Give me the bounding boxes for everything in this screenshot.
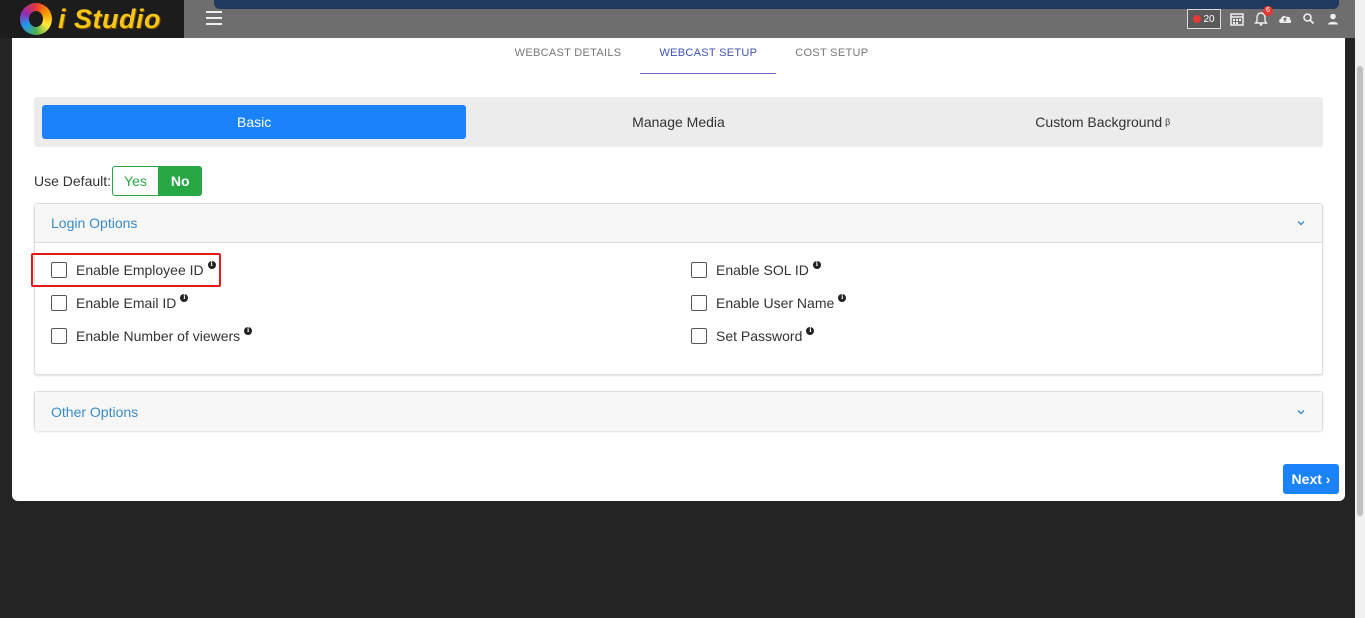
beta-badge: β bbox=[1165, 117, 1171, 127]
use-default-no-button[interactable]: No bbox=[158, 166, 202, 196]
annotation-highlight-box bbox=[31, 253, 221, 287]
chevron-down-icon bbox=[1297, 409, 1305, 414]
bell-icon[interactable]: 6 bbox=[1253, 6, 1273, 27]
option-label: Enable Number of viewers bbox=[76, 328, 241, 344]
option-label: Enable SOL ID bbox=[716, 262, 809, 278]
option-label: Enable Email ID bbox=[76, 295, 177, 311]
login-options-panel: Login Options Enable Employee ID i Enabl… bbox=[34, 203, 1323, 375]
subtab-manage-media[interactable]: Manage Media bbox=[466, 105, 890, 139]
other-options-panel: Other Options bbox=[34, 391, 1323, 431]
option-enable-sol-id[interactable]: Enable SOL ID i bbox=[691, 261, 821, 278]
cloud-upload-icon[interactable] bbox=[1277, 11, 1293, 27]
use-default-yes-button[interactable]: Yes bbox=[112, 166, 159, 196]
info-icon[interactable]: i bbox=[806, 327, 815, 335]
subtab-manage-media-label: Manage Media bbox=[632, 114, 725, 130]
webcast-tabs: WEBCAST DETAILS WEBCAST SETUP COST SETUP bbox=[12, 38, 1345, 74]
checkbox[interactable] bbox=[691, 262, 707, 278]
top-band bbox=[214, 0, 1339, 9]
info-icon[interactable]: i bbox=[180, 294, 189, 302]
tab-webcast-details[interactable]: WEBCAST DETAILS bbox=[496, 38, 641, 74]
info-icon[interactable]: i bbox=[244, 327, 253, 335]
option-enable-user-name[interactable]: Enable User Name i bbox=[691, 294, 847, 311]
setup-subtabs: Basic Manage Media Custom Background β bbox=[34, 97, 1323, 147]
logo-icon bbox=[20, 3, 52, 35]
top-bar: i Studio 20 6 bbox=[0, 0, 1355, 38]
option-enable-email-id[interactable]: Enable Email ID i bbox=[51, 294, 189, 311]
use-default-label: Use Default: bbox=[34, 173, 112, 189]
top-icons: 20 6 bbox=[1187, 6, 1341, 29]
use-default-row: Use Default: Yes No bbox=[34, 166, 202, 196]
subtab-custom-background-label: Custom Background bbox=[1035, 114, 1163, 130]
checkbox[interactable] bbox=[691, 328, 707, 344]
live-count: 20 bbox=[1203, 13, 1215, 25]
option-label: Enable User Name bbox=[716, 295, 835, 311]
checkbox[interactable] bbox=[51, 328, 67, 344]
option-label: Set Password bbox=[716, 328, 803, 344]
search-icon[interactable] bbox=[1301, 11, 1317, 27]
checkbox[interactable] bbox=[691, 295, 707, 311]
other-options-title: Other Options bbox=[51, 403, 139, 420]
option-enable-number-of-viewers[interactable]: Enable Number of viewers i bbox=[51, 327, 253, 344]
logo-text: i Studio bbox=[58, 3, 161, 34]
checkbox[interactable] bbox=[51, 295, 67, 311]
notification-count: 6 bbox=[1263, 6, 1273, 16]
other-options-header[interactable]: Other Options bbox=[35, 392, 1322, 431]
calendar-icon[interactable] bbox=[1229, 11, 1245, 27]
use-default-toggle: Yes No bbox=[112, 166, 202, 196]
info-icon[interactable]: i bbox=[838, 294, 847, 302]
subtab-basic-label: Basic bbox=[237, 114, 272, 130]
scrollbar-thumb[interactable] bbox=[1357, 66, 1363, 516]
info-icon[interactable]: i bbox=[812, 261, 821, 269]
page-scrollbar[interactable] bbox=[1355, 0, 1365, 618]
live-badge[interactable]: 20 bbox=[1187, 9, 1221, 29]
subtab-custom-background[interactable]: Custom Background β bbox=[891, 105, 1315, 139]
option-set-password[interactable]: Set Password i bbox=[691, 327, 815, 344]
live-dot-icon bbox=[1193, 15, 1202, 23]
tab-cost-setup[interactable]: COST SETUP bbox=[776, 38, 887, 74]
menu-icon[interactable] bbox=[206, 11, 222, 25]
login-options-title: Login Options bbox=[51, 215, 138, 231]
logo[interactable]: i Studio bbox=[0, 0, 184, 38]
tab-webcast-setup[interactable]: WEBCAST SETUP bbox=[640, 38, 777, 74]
user-icon[interactable] bbox=[1325, 11, 1341, 27]
chevron-down-icon bbox=[1297, 221, 1305, 226]
subtab-basic[interactable]: Basic bbox=[42, 105, 467, 139]
login-options-header[interactable]: Login Options bbox=[35, 204, 1322, 243]
next-button[interactable]: Next › bbox=[1283, 464, 1339, 494]
